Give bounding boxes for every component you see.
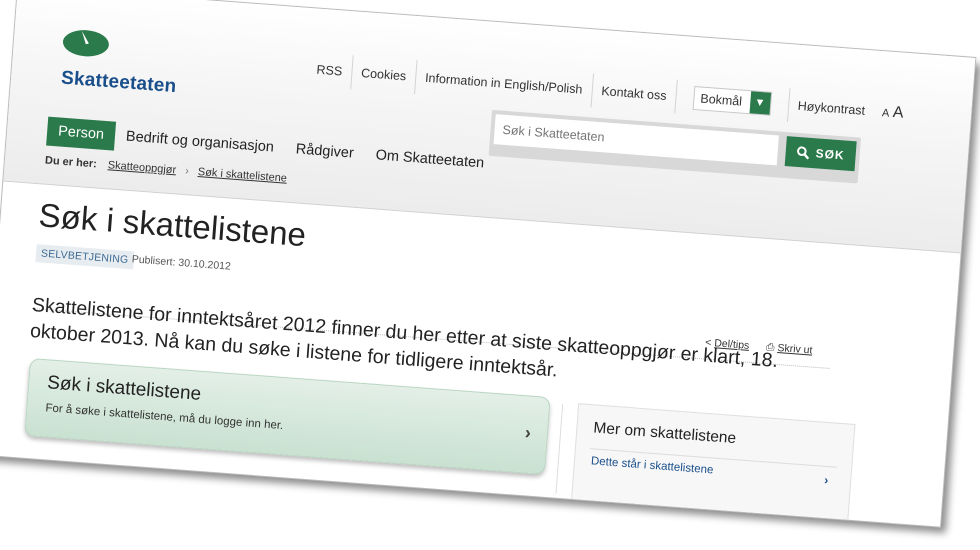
cookies-link[interactable]: Cookies [349,55,417,94]
category-badge: SELVBETJENING [35,244,135,270]
chevron-right-icon: › [524,422,532,443]
high-contrast-link[interactable]: Høykontrast [786,88,876,129]
related-box: Mer om skattelistene Dette står i skatte… [570,403,856,526]
language-value: Bokmål [699,91,743,109]
contact-link[interactable]: Kontakt oss [590,73,677,114]
search-button-label: SØK [815,146,846,163]
page-title: Søk i skattelistene [37,196,308,254]
nav-person[interactable]: Person [46,116,117,151]
nav-advisor[interactable]: Rådgiver [284,135,366,170]
web-page: Skatteetaten RSS Cookies Information in … [0,0,976,527]
column-divider [555,403,564,494]
login-box-title: Søk i skattelistene [46,372,202,405]
related-link[interactable]: Dette står i skattelistene [591,455,714,476]
published-date: Publisert: 30.10.2012 [131,253,232,273]
chevron-down-icon[interactable]: ▼ [749,91,771,115]
chevron-right-icon: › [184,165,190,178]
related-box-title: Mer om skattelistene [592,419,737,448]
font-size-controls: A A [881,103,904,123]
login-box-text: For å søke i skattelistene, må du logge … [44,402,284,433]
font-large-button[interactable]: A [892,104,904,122]
screenshot-stage: Skatteetaten RSS Cookies Information in … [0,0,980,550]
rss-link[interactable]: RSS [306,52,352,89]
skatteetaten-logo-icon [62,30,109,57]
chevron-right-icon: › [823,472,829,488]
search-button[interactable]: SØK [784,136,857,172]
font-small-button[interactable]: A [881,107,889,120]
search-icon [797,145,810,160]
language-select[interactable]: Bokmål ▼ [692,85,772,116]
